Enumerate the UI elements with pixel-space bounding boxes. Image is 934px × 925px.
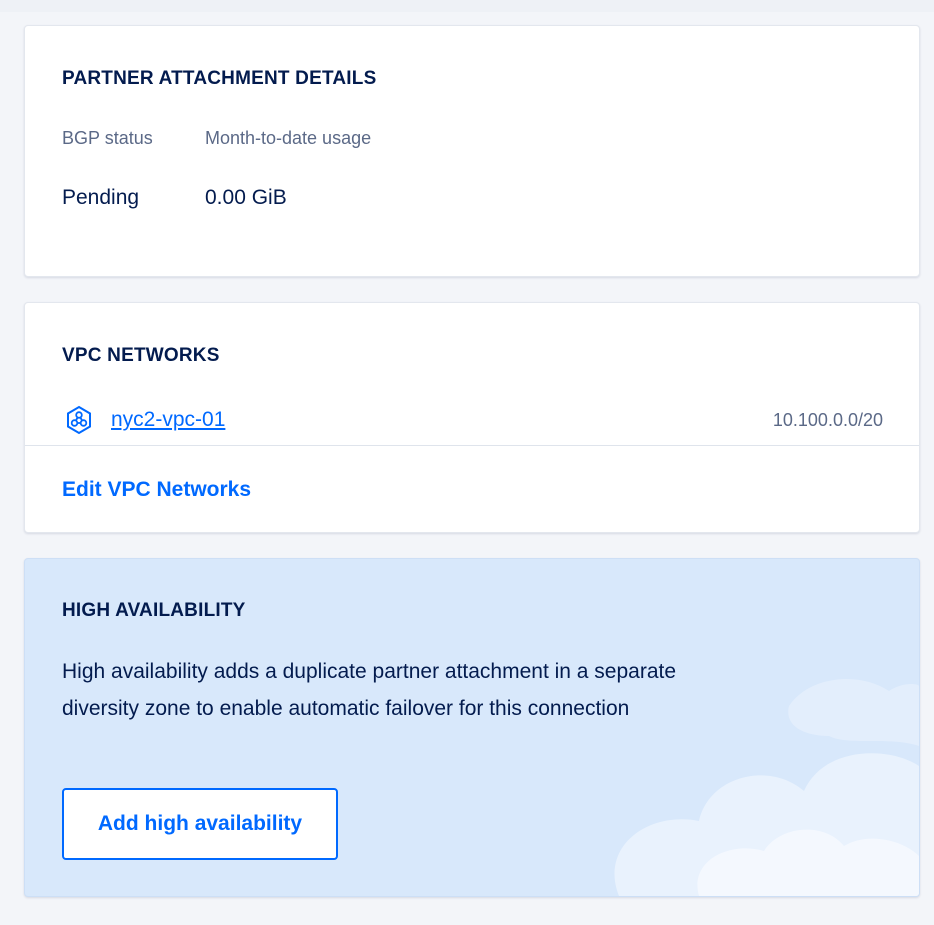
vpc-ip-range: 10.100.0.0/20 xyxy=(772,410,883,430)
vpc-networks-card: VPC NETWORKS nyc2-vpc-01 10.100.0.0/20 E… xyxy=(24,302,920,533)
vpc-network-icon xyxy=(64,405,94,435)
bgp-status-label: BGP status xyxy=(62,128,153,148)
vpc-network-link[interactable]: nyc2-vpc-01 xyxy=(111,408,225,432)
high-availability-description: High availability adds a duplicate partn… xyxy=(62,660,677,720)
add-high-availability-button[interactable]: Add high availability xyxy=(62,788,338,860)
partner-attachment-card: PARTNER ATTACHMENT DETAILS BGP status Pe… xyxy=(24,25,920,277)
top-bar xyxy=(0,0,934,12)
usage-label: Month-to-date usage xyxy=(205,128,372,148)
bgp-status-value: Pending xyxy=(62,186,140,209)
high-availability-title: HIGH AVAILABILITY xyxy=(62,600,246,621)
partner-attachment-title: PARTNER ATTACHMENT DETAILS xyxy=(62,68,377,89)
usage-value: 0.00 GiB xyxy=(205,186,287,209)
cloud-illustration xyxy=(614,679,919,896)
high-availability-card: HIGH AVAILABILITY High availability adds… xyxy=(24,558,920,897)
edit-vpc-networks-link[interactable]: Edit VPC Networks xyxy=(62,478,251,502)
vpc-networks-title: VPC NETWORKS xyxy=(62,345,220,366)
